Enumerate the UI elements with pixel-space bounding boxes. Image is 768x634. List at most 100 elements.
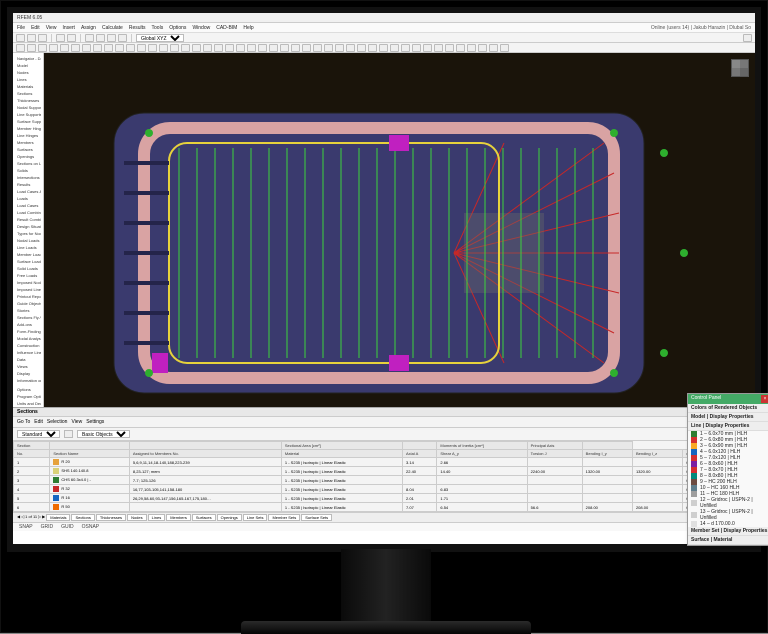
nav-item[interactable]: Guide Objects bbox=[15, 300, 41, 307]
nav-item[interactable]: Form-Finding bbox=[15, 328, 41, 335]
nav-item[interactable]: Surface Supports bbox=[15, 118, 41, 125]
nav-item[interactable]: Materials bbox=[15, 83, 41, 90]
nav-item[interactable]: Surface Loads bbox=[15, 258, 41, 265]
toolbar-button[interactable] bbox=[137, 44, 146, 52]
nav-item[interactable]: Line Supports bbox=[15, 111, 41, 118]
cp-section-head[interactable]: Surface | Material bbox=[688, 536, 768, 545]
refresh-icon[interactable] bbox=[64, 430, 73, 438]
nav-item[interactable]: Loads bbox=[15, 195, 41, 202]
toolbar-button[interactable] bbox=[390, 44, 399, 52]
toolbar-button[interactable] bbox=[445, 44, 454, 52]
filter-select[interactable]: Basic Objects bbox=[77, 430, 130, 438]
sheet-tab[interactable]: Members bbox=[166, 514, 191, 521]
cp-row[interactable]: 13 – Gridroc | USPN-2 | Unfilled bbox=[688, 509, 768, 521]
sheet-tab[interactable]: Thicknesses bbox=[96, 514, 126, 521]
toolbar-button[interactable] bbox=[357, 44, 366, 52]
toolbar-button[interactable] bbox=[115, 44, 124, 52]
pan-icon[interactable] bbox=[107, 34, 116, 42]
toolbar-button[interactable] bbox=[93, 44, 102, 52]
nav-item[interactable]: Printout Reports bbox=[15, 293, 41, 300]
toolbar-button[interactable] bbox=[214, 44, 223, 52]
rotate-icon[interactable] bbox=[118, 34, 127, 42]
close-icon[interactable]: × bbox=[761, 395, 768, 403]
toolbar-button[interactable] bbox=[379, 44, 388, 52]
table-row[interactable]: 3CHS 60.3x4.0 | -7-7; 125-1261 - S235 | … bbox=[14, 476, 755, 485]
menu-options[interactable]: Options bbox=[169, 25, 186, 31]
toolbar-button[interactable] bbox=[126, 44, 135, 52]
nav-item[interactable]: Results bbox=[15, 181, 41, 188]
menu-window[interactable]: Window bbox=[192, 25, 210, 31]
sheet-tab[interactable]: Surfaces bbox=[192, 514, 216, 521]
nav-item[interactable]: Line Hinges bbox=[15, 132, 41, 139]
nav-item[interactable]: Display bbox=[15, 370, 41, 377]
nav-item[interactable]: Information on Cu… bbox=[15, 377, 41, 384]
toolbar-button[interactable] bbox=[368, 44, 377, 52]
control-panel[interactable]: Control Panel × Colors of Rendered Objec… bbox=[687, 393, 768, 546]
toolbar-button[interactable] bbox=[489, 44, 498, 52]
table-row[interactable]: 5R 1626,29,58-60,93-147,156,165-167,175,… bbox=[14, 494, 755, 503]
toolbar-button[interactable] bbox=[280, 44, 289, 52]
cp-section-head[interactable]: Member Set | Display Properties bbox=[688, 527, 768, 536]
nav-item[interactable]: Model bbox=[15, 62, 41, 69]
cp-section-head[interactable]: Colors of Rendered Objects bbox=[688, 404, 768, 413]
control-panel-head[interactable]: Control Panel × bbox=[688, 394, 768, 404]
toolbar-button[interactable] bbox=[258, 44, 267, 52]
osnap-toggle[interactable]: OSNAP bbox=[82, 524, 100, 530]
nav-item[interactable]: Load Cases & Combinations bbox=[15, 188, 41, 195]
toolbar-button[interactable] bbox=[401, 44, 410, 52]
panel-tab-settings[interactable]: Settings bbox=[86, 419, 104, 425]
nav-item[interactable]: Imposed Line Deformations bbox=[15, 286, 41, 293]
nav-item[interactable]: Openings bbox=[15, 153, 41, 160]
toolbar-button[interactable] bbox=[335, 44, 344, 52]
nav-item[interactable]: Result Combinations bbox=[15, 216, 41, 223]
nav-item[interactable]: Sections bbox=[15, 90, 41, 97]
working-plane-select[interactable]: Global XYZ bbox=[136, 34, 184, 42]
table-row[interactable]: 2SHS 140.140.88,23-127; mem1 - S235 | Is… bbox=[14, 467, 755, 476]
toolbar-button[interactable] bbox=[313, 44, 322, 52]
nav-item[interactable]: Navigator - Data bbox=[15, 55, 41, 62]
nav-item[interactable]: Load Cases bbox=[15, 202, 41, 209]
toolbar-button[interactable] bbox=[104, 44, 113, 52]
menu-tools[interactable]: Tools bbox=[152, 25, 164, 31]
menu-help[interactable]: Help bbox=[243, 25, 253, 31]
toolbar-button[interactable] bbox=[236, 44, 245, 52]
nav-item[interactable]: Nodes bbox=[15, 69, 41, 76]
toolbar-button[interactable] bbox=[423, 44, 432, 52]
table-row[interactable]: 1R 205,6,9,11,14,18-140,188,223-2391 - S… bbox=[14, 458, 755, 467]
sheet-tab[interactable]: Member Sets bbox=[268, 514, 300, 521]
toolbar-button[interactable] bbox=[60, 44, 69, 52]
menu-view[interactable]: View bbox=[46, 25, 57, 31]
toolbar-button[interactable] bbox=[192, 44, 201, 52]
toolbar-button[interactable] bbox=[16, 44, 25, 52]
sheet-tab[interactable]: Line Sets bbox=[243, 514, 268, 521]
nav-item[interactable]: Intersections bbox=[15, 174, 41, 181]
toolbar-button[interactable] bbox=[225, 44, 234, 52]
viewport[interactable] bbox=[44, 53, 755, 407]
toolbar-button[interactable] bbox=[412, 44, 421, 52]
toolbar-button[interactable] bbox=[456, 44, 465, 52]
navigator-panel[interactable]: Navigator - DataModelNodesLinesMaterials… bbox=[13, 53, 44, 407]
nav-item[interactable]: Imposed Nodal Deformations bbox=[15, 279, 41, 286]
toolbar-button[interactable] bbox=[82, 44, 91, 52]
toolbar-button[interactable] bbox=[324, 44, 333, 52]
cp-section-head[interactable]: Model | Display Properties bbox=[688, 413, 768, 422]
table-row[interactable]: 4R 3216,77,103-105,141,158-1801 - S235 |… bbox=[14, 485, 755, 494]
nav-item[interactable]: Sections on Load … bbox=[15, 160, 41, 167]
toolbar-button[interactable] bbox=[49, 44, 58, 52]
panel-tab-edit[interactable]: Edit bbox=[34, 419, 43, 425]
nav-item[interactable]: Add-ons bbox=[15, 321, 41, 328]
nav-item[interactable]: Construction bbox=[15, 342, 41, 349]
nav-item[interactable]: Nodal Loads bbox=[15, 237, 41, 244]
redo-icon[interactable] bbox=[67, 34, 76, 42]
toolbar-button[interactable] bbox=[148, 44, 157, 52]
panel-tab-selection[interactable]: Selection bbox=[47, 419, 68, 425]
toolbar-button[interactable] bbox=[269, 44, 278, 52]
undo-icon[interactable] bbox=[56, 34, 65, 42]
nav-item[interactable]: Data bbox=[15, 356, 41, 363]
nav-item[interactable]: Member Loads bbox=[15, 251, 41, 258]
zoom-icon[interactable] bbox=[96, 34, 105, 42]
nav-item[interactable]: Solids bbox=[15, 167, 41, 174]
menu-results[interactable]: Results bbox=[129, 25, 146, 31]
print-icon[interactable] bbox=[85, 34, 94, 42]
sheet-tab[interactable]: Materials bbox=[46, 514, 70, 521]
